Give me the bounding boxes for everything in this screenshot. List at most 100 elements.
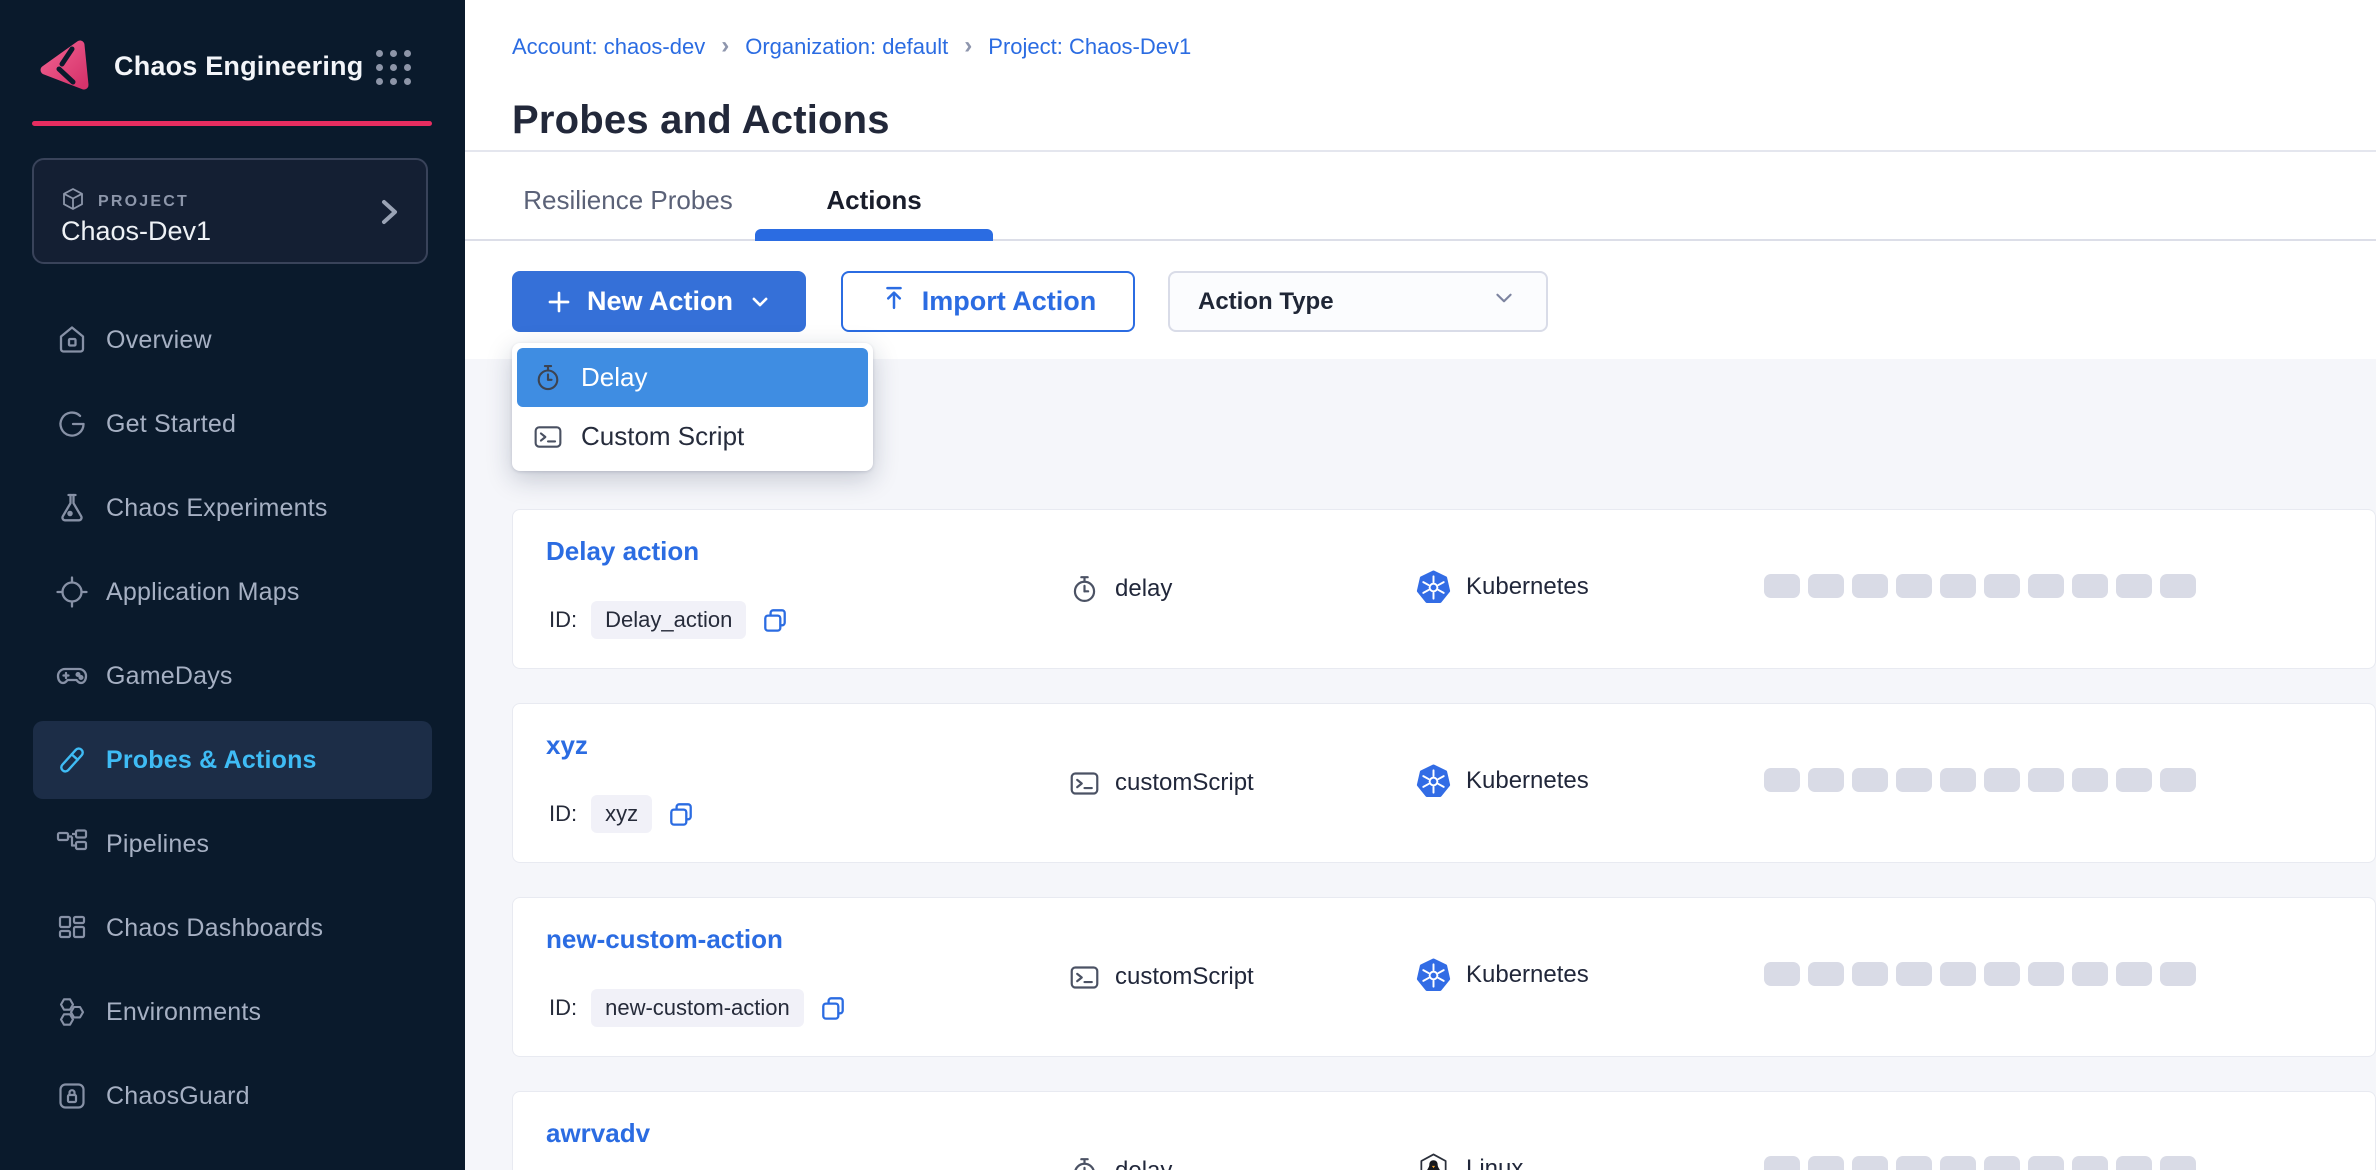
action-id-value: new-custom-action: [591, 989, 804, 1027]
execution-result-placeholder: [1896, 962, 1932, 986]
action-row: Delay action ID: Delay_action delay Kube…: [512, 509, 2376, 669]
execution-result-placeholder: [1808, 1156, 1844, 1170]
recent-execution-results: [1764, 1156, 2196, 1170]
action-type-cell: delay: [1069, 570, 1172, 608]
new-action-dropdown-menu: Delay Custom Script: [512, 343, 873, 471]
main-content: Account: chaos-dev › Organization: defau…: [465, 0, 2376, 1170]
kubernetes-icon: [1416, 764, 1451, 799]
flask-icon: [55, 491, 89, 525]
execution-result-placeholder: [2072, 1156, 2108, 1170]
stopwatch-icon: [1069, 1156, 1100, 1170]
sidebar-item-chaosguard[interactable]: ChaosGuard: [33, 1057, 432, 1135]
execution-result-placeholder: [1940, 768, 1976, 792]
execution-result-placeholder: [1984, 1156, 2020, 1170]
sidebar-item-environments[interactable]: Environments: [33, 973, 432, 1051]
chevron-right-icon: [374, 194, 404, 230]
sidebar-item-chaos-experiments[interactable]: Chaos Experiments: [33, 469, 432, 547]
execution-result-placeholder: [1940, 962, 1976, 986]
project-name: Chaos-Dev1: [61, 216, 211, 247]
execution-result-placeholder: [1940, 1156, 1976, 1170]
action-name-link[interactable]: xyz: [546, 730, 588, 761]
recent-execution-results: [1764, 768, 2196, 792]
execution-result-placeholder: [1764, 574, 1800, 598]
action-id: ID: Delay_action: [549, 600, 790, 640]
hexagons-icon: [55, 995, 89, 1029]
accent-divider: [32, 121, 432, 126]
target-icon: [55, 575, 89, 609]
execution-result-placeholder: [2160, 962, 2196, 986]
execution-result-placeholder: [2160, 1156, 2196, 1170]
execution-result-placeholder: [1896, 1156, 1932, 1170]
menu-item-delay[interactable]: Delay: [517, 348, 868, 407]
sidebar-item-application-maps[interactable]: Application Maps: [33, 553, 432, 631]
execution-result-placeholder: [1764, 1156, 1800, 1170]
execution-result-placeholder: [1764, 768, 1800, 792]
execution-result-placeholder: [1852, 768, 1888, 792]
execution-result-placeholder: [1896, 574, 1932, 598]
app-root: Chaos Engineering PROJECT Chaos-Dev1: [0, 0, 2376, 1170]
action-type-cell: delay: [1069, 1152, 1172, 1170]
execution-result-placeholder: [2028, 768, 2064, 792]
home-icon: [55, 323, 89, 357]
execution-result-placeholder: [2028, 574, 2064, 598]
execution-result-placeholder: [1764, 962, 1800, 986]
copy-icon[interactable]: [760, 605, 790, 635]
stopwatch-icon: [533, 363, 563, 393]
terminal-icon: [533, 422, 563, 452]
execution-result-placeholder: [1940, 574, 1976, 598]
action-name-link[interactable]: Delay action: [546, 536, 699, 567]
sidebar-item-gamedays[interactable]: GameDays: [33, 637, 432, 715]
execution-result-placeholder: [2160, 574, 2196, 598]
execution-result-placeholder: [2072, 768, 2108, 792]
execution-result-placeholder: [1852, 962, 1888, 986]
shield-lock-icon: [55, 1079, 89, 1113]
execution-result-placeholder: [1984, 768, 2020, 792]
action-row: xyz ID: xyz customScript Kubernetes: [512, 703, 2376, 863]
cube-icon: [60, 186, 86, 217]
execution-result-placeholder: [2072, 962, 2108, 986]
project-label: PROJECT: [98, 193, 189, 211]
execution-result-placeholder: [2116, 574, 2152, 598]
infrastructure-type-cell: Kubernetes: [1416, 956, 1589, 994]
execution-result-placeholder: [2072, 574, 2108, 598]
actions-list: Delay action ID: Delay_action delay Kube…: [465, 0, 2376, 1170]
recent-execution-results: [1764, 962, 2196, 986]
module-grid-icon[interactable]: [376, 50, 412, 86]
menu-item-custom-script[interactable]: Custom Script: [517, 407, 868, 466]
get-started-icon: [55, 407, 89, 441]
execution-result-placeholder: [1852, 574, 1888, 598]
terminal-icon: [1069, 768, 1100, 799]
execution-result-placeholder: [2160, 768, 2196, 792]
action-row: awrvadv delay Linux: [512, 1091, 2376, 1170]
brand-title: Chaos Engineering: [114, 51, 363, 82]
execution-result-placeholder: [1808, 574, 1844, 598]
execution-result-placeholder: [2116, 1156, 2152, 1170]
sidebar-item-chaos-dashboards[interactable]: Chaos Dashboards: [33, 889, 432, 967]
execution-result-placeholder: [2116, 962, 2152, 986]
action-name-link[interactable]: new-custom-action: [546, 924, 783, 955]
kubernetes-icon: [1416, 570, 1451, 605]
chaos-engineering-logo-icon: [36, 38, 92, 94]
action-name-link[interactable]: awrvadv: [546, 1118, 650, 1149]
sidebar-item-pipelines[interactable]: Pipelines: [33, 805, 432, 883]
copy-icon[interactable]: [818, 993, 848, 1023]
copy-icon[interactable]: [666, 799, 696, 829]
execution-result-placeholder: [1808, 768, 1844, 792]
execution-result-placeholder: [1852, 1156, 1888, 1170]
action-type-cell: customScript: [1069, 764, 1254, 802]
pipeline-icon: [55, 827, 89, 861]
action-id-value: Delay_action: [591, 601, 746, 639]
project-selector[interactable]: PROJECT Chaos-Dev1: [32, 158, 428, 264]
kubernetes-icon: [1416, 958, 1451, 993]
sidebar-nav: Overview Get Started Chaos Experiments A…: [0, 301, 465, 1141]
recent-execution-results: [1764, 574, 2196, 598]
action-id: ID: new-custom-action: [549, 988, 848, 1028]
sidebar-item-overview[interactable]: Overview: [33, 301, 432, 379]
execution-result-placeholder: [1984, 574, 2020, 598]
sidebar-item-probes-actions[interactable]: Probes & Actions: [33, 721, 432, 799]
dashboard-icon: [55, 911, 89, 945]
execution-result-placeholder: [1896, 768, 1932, 792]
infrastructure-type-cell: Linux: [1416, 1150, 1523, 1170]
execution-result-placeholder: [2028, 1156, 2064, 1170]
sidebar-item-get-started[interactable]: Get Started: [33, 385, 432, 463]
